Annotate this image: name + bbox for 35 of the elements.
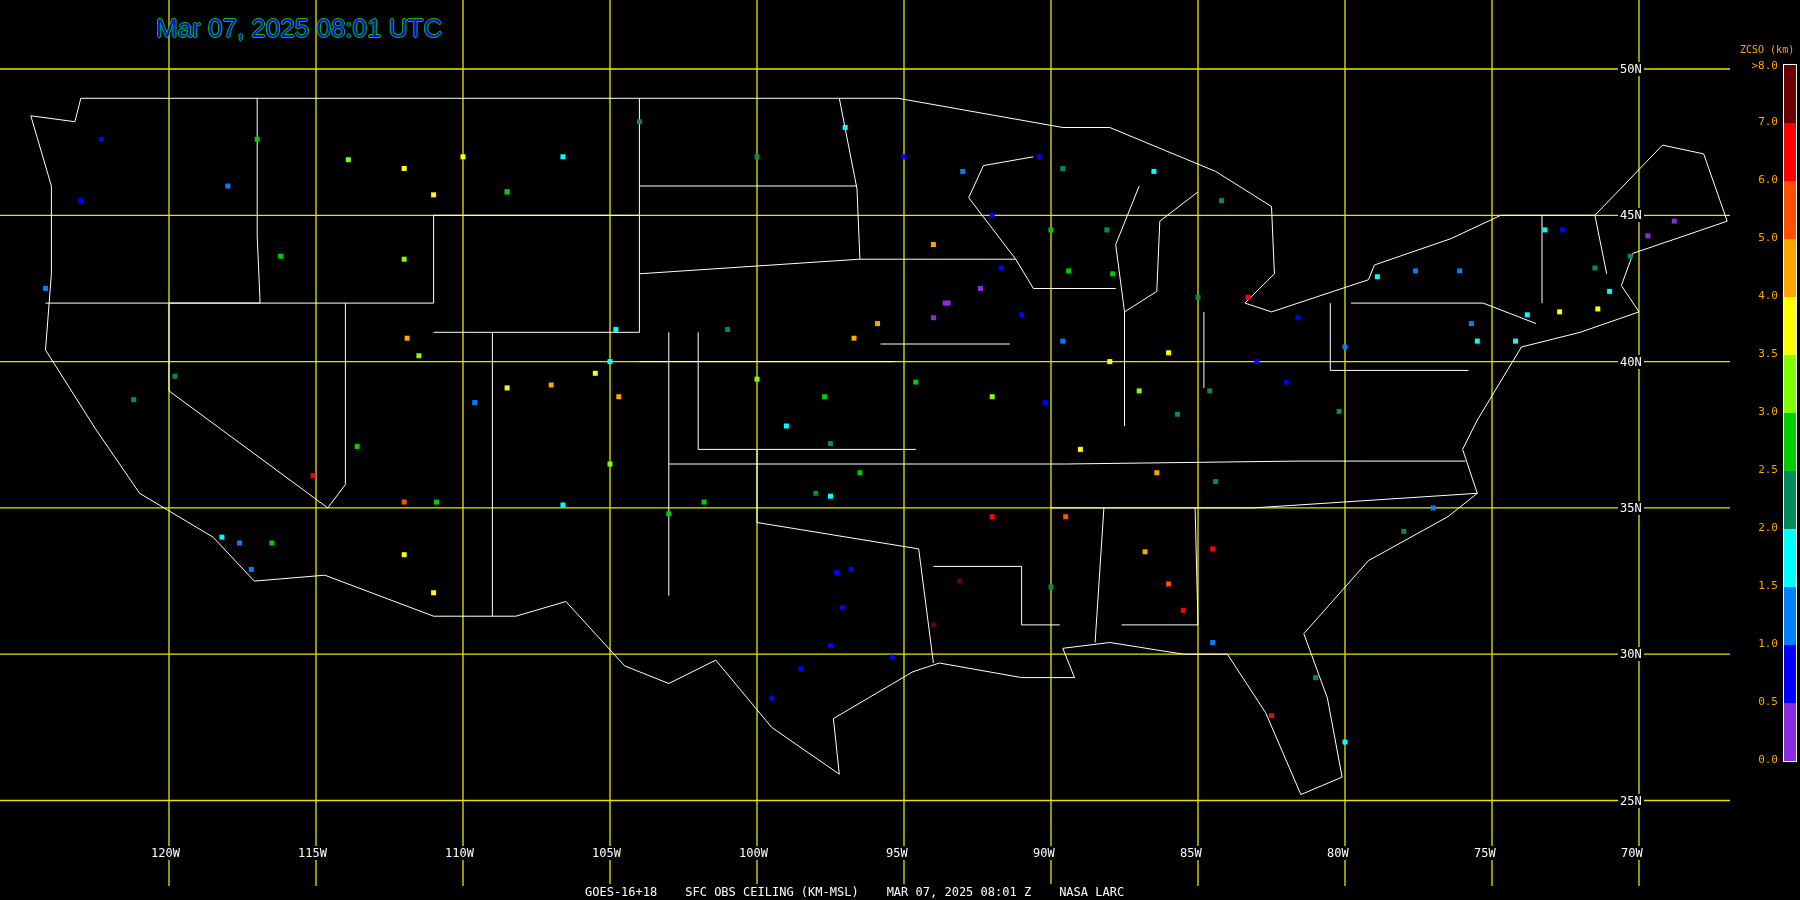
colorbar-tick-label: >8.0 xyxy=(1750,60,1778,72)
longitude-label: 105W xyxy=(590,846,623,860)
latitude-label: 35N xyxy=(1618,500,1644,515)
latitude-label: 25N xyxy=(1618,793,1644,808)
colorbar-tick-label: 3.0 xyxy=(1757,406,1778,418)
footer-caption: GOES-16+18 xyxy=(585,884,658,900)
longitude-label: 70W xyxy=(1619,846,1645,860)
colorbar-tick-label: 3.5 xyxy=(1757,348,1778,360)
longitude-label: 95W xyxy=(884,846,910,860)
longitude-label: 80W xyxy=(1325,846,1351,860)
latitude-label: 40N xyxy=(1618,354,1644,369)
longitude-label: 90W xyxy=(1031,846,1057,860)
footer-caption: SFC OBS CEILING (KM-MSL) xyxy=(685,884,859,900)
colorbar-tick-label: 0.5 xyxy=(1757,696,1778,708)
footer-caption: NASA LARC xyxy=(1059,884,1125,900)
colorbar-tick-label: 1.5 xyxy=(1757,580,1778,592)
colorbar-tick-label: 2.5 xyxy=(1757,464,1778,476)
colorbar-tick-label: 6.0 xyxy=(1757,174,1778,186)
colorbar-tick-label: 2.0 xyxy=(1757,522,1778,534)
longitude-label: 75W xyxy=(1472,846,1498,860)
latitude-label: 30N xyxy=(1618,647,1644,662)
latitude-label: 45N xyxy=(1618,208,1644,223)
longitude-label: 110W xyxy=(443,846,476,860)
colorbar-tick-label: 5.0 xyxy=(1757,232,1778,244)
footer-caption: MAR 07, 2025 08:01 Z xyxy=(886,884,1032,900)
longitude-label: 100W xyxy=(737,846,770,860)
latitude-label: 50N xyxy=(1618,62,1644,76)
longitude-label: 85W xyxy=(1178,846,1204,860)
colorbar-tick-label: 0.0 xyxy=(1757,754,1778,766)
longitude-label: 115W xyxy=(296,846,329,860)
longitude-label: 120W xyxy=(149,846,182,860)
colorbar-tick-label: 1.0 xyxy=(1757,638,1778,650)
colorbar-title: ZCSO (km) xyxy=(1740,44,1795,56)
colorbar-tick-label: 4.0 xyxy=(1757,290,1778,302)
colorbar-tick-label: 7.0 xyxy=(1757,116,1778,128)
